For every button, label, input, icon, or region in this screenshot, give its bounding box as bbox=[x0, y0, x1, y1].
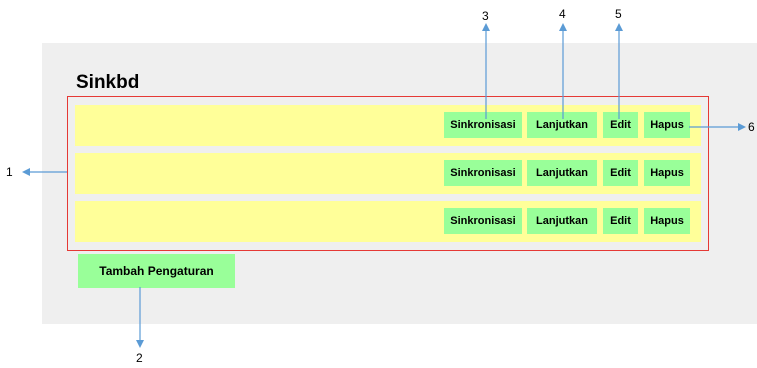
callout-label-6: 6 bbox=[748, 120, 755, 134]
callout-label-4: 4 bbox=[559, 7, 566, 21]
callout-label-1: 1 bbox=[6, 165, 13, 179]
callout-label-5: 5 bbox=[615, 7, 622, 21]
callout-arrows bbox=[22, 23, 746, 348]
callout-label-2: 2 bbox=[136, 351, 143, 365]
callout-label-3: 3 bbox=[482, 9, 489, 23]
